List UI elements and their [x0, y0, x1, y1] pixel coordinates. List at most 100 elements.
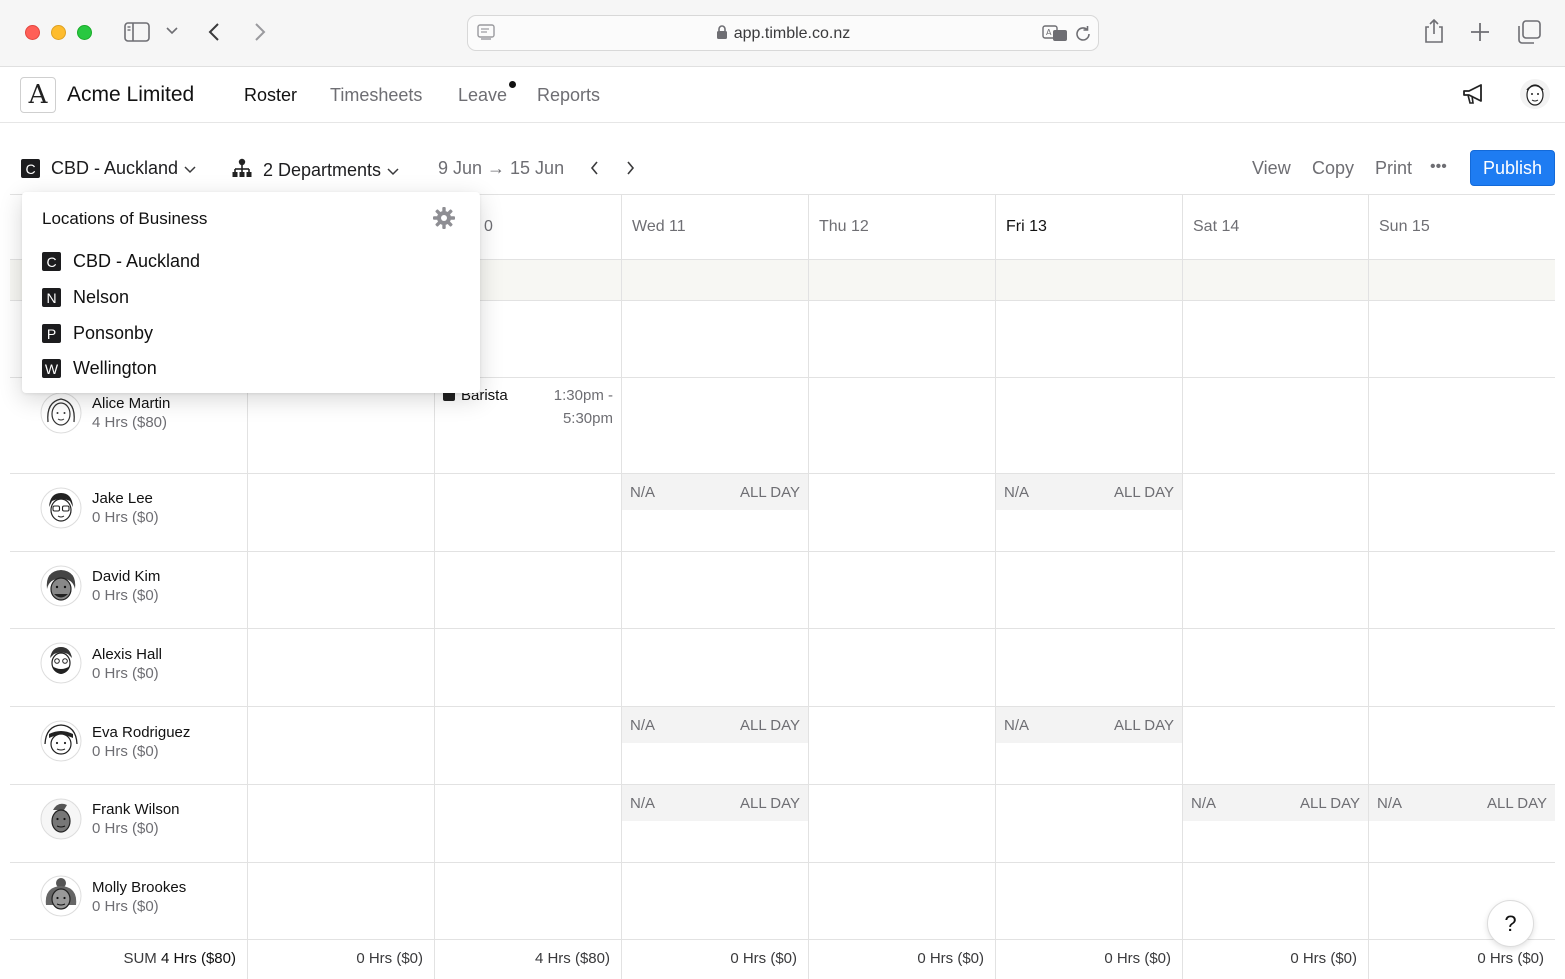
chevron-down-icon: [387, 160, 399, 181]
sum-label: SUM: [123, 950, 157, 967]
date-range[interactable]: 9 Jun → 15 Jun: [438, 158, 564, 179]
departments-selector[interactable]: 2 Departments: [232, 158, 399, 183]
chevron-down-icon: [184, 158, 196, 179]
avatar[interactable]: [40, 392, 82, 434]
app-header: A Acme Limited Roster Timesheets Leave R…: [0, 67, 1565, 123]
day-header-wed[interactable]: Wed 11: [632, 218, 686, 236]
day-header-thu[interactable]: Thu 12: [819, 218, 869, 236]
sum-total-value: 4 Hrs ($80): [160, 950, 236, 967]
chevron-down-icon[interactable]: [166, 27, 178, 35]
unavailable-duration: ALL DAY: [1113, 717, 1174, 734]
address-bar[interactable]: app.timble.co.nz A: [467, 15, 1099, 51]
avatar[interactable]: [40, 720, 82, 762]
day-header-sun[interactable]: Sun 15: [1379, 218, 1430, 236]
unavailable-duration: ALL DAY: [739, 795, 800, 812]
previous-week-button[interactable]: [590, 161, 599, 175]
sum-day: 0 Hrs ($0): [356, 950, 423, 967]
minimize-window-button[interactable]: [51, 25, 66, 40]
unavailable-block[interactable]: N/A ALL DAY: [996, 707, 1182, 743]
next-week-button[interactable]: [626, 161, 635, 175]
copy-button[interactable]: Copy: [1312, 158, 1354, 179]
sidebar-toggle-icon[interactable]: [124, 22, 150, 42]
unavailable-block[interactable]: N/A ALL DAY: [622, 707, 808, 743]
employee-hours: 0 Hrs ($0): [92, 665, 159, 682]
dropdown-title: Locations of Business: [42, 209, 208, 228]
unavailable-block[interactable]: N/A ALL DAY: [996, 474, 1182, 510]
publish-button[interactable]: Publish: [1470, 150, 1555, 186]
company-logo[interactable]: A: [20, 77, 56, 113]
user-avatar[interactable]: [1519, 78, 1551, 110]
sum-day: 0 Hrs ($0): [730, 950, 797, 967]
location-option[interactable]: C CBD - Auckland: [42, 251, 200, 272]
location-option-label: Wellington: [73, 358, 157, 378]
sum-total: SUM 4 Hrs ($80): [10, 950, 236, 967]
unavailable-block[interactable]: N/A ALL DAY: [622, 474, 808, 510]
svg-text:A: A: [1046, 28, 1052, 37]
employee-name[interactable]: Alexis Hall: [92, 646, 162, 663]
org-chart-icon: [232, 158, 252, 183]
shift-time: 1:30pm - 5:30pm: [530, 384, 613, 430]
location-label: CBD - Auckland: [51, 158, 179, 178]
roster-toolbar: C CBD - Auckland 2 Departments 9 Jun → 1…: [0, 124, 1565, 194]
day-header-tue[interactable]: 0: [484, 218, 493, 236]
avatar[interactable]: [40, 565, 82, 607]
day-header-fri[interactable]: Fri 13: [1006, 218, 1047, 236]
employee-hours: 4 Hrs ($80): [92, 414, 168, 431]
avatar[interactable]: [40, 487, 82, 529]
employee-name[interactable]: David Kim: [92, 568, 160, 585]
unavailable-label: N/A: [1004, 717, 1030, 734]
view-button[interactable]: View: [1252, 158, 1291, 179]
megaphone-icon[interactable]: [1462, 83, 1486, 105]
zoom-window-button[interactable]: [77, 25, 92, 40]
sum-day: 0 Hrs ($0): [1477, 950, 1544, 967]
employee-name[interactable]: Alice Martin: [92, 395, 170, 412]
avatar[interactable]: [40, 875, 82, 917]
nav-roster[interactable]: Roster: [244, 85, 297, 106]
nav-timesheets[interactable]: Timesheets: [330, 85, 422, 106]
location-badge: W: [42, 359, 61, 378]
employee-name[interactable]: Jake Lee: [92, 490, 153, 507]
unavailable-block[interactable]: N/A ALL DAY: [622, 785, 808, 821]
new-tab-icon[interactable]: [1470, 22, 1490, 42]
more-options-button[interactable]: •••: [1430, 158, 1447, 176]
employee-hours: 0 Hrs ($0): [92, 509, 159, 526]
shift-start: 1:30pm -: [553, 387, 613, 404]
close-window-button[interactable]: [25, 25, 40, 40]
location-badge: C: [42, 252, 61, 271]
employee-name[interactable]: Eva Rodriguez: [92, 724, 190, 741]
gear-icon[interactable]: [432, 206, 456, 230]
nav-reports[interactable]: Reports: [537, 85, 600, 106]
share-icon[interactable]: [1423, 18, 1445, 44]
help-button[interactable]: ?: [1487, 900, 1534, 947]
location-selector[interactable]: C CBD - Auckland: [21, 158, 196, 179]
sum-day: 0 Hrs ($0): [917, 950, 984, 967]
employee-hours: 0 Hrs ($0): [92, 743, 159, 760]
unavailable-block[interactable]: N/A ALL DAY: [1183, 785, 1368, 821]
location-option[interactable]: W Wellington: [42, 358, 157, 379]
location-badge: N: [42, 288, 61, 307]
unavailable-label: N/A: [1004, 484, 1030, 501]
avatar[interactable]: [40, 642, 82, 684]
unavailable-block[interactable]: N/A ALL DAY: [1369, 785, 1555, 821]
location-option-label: Nelson: [73, 287, 130, 307]
back-icon[interactable]: [208, 22, 220, 42]
translate-icon[interactable]: A: [1042, 24, 1068, 42]
employee-name[interactable]: Frank Wilson: [92, 801, 180, 818]
forward-icon[interactable]: [254, 22, 266, 42]
location-option[interactable]: P Ponsonby: [42, 323, 153, 344]
location-option-label: CBD - Auckland: [73, 251, 201, 271]
location-option[interactable]: N Nelson: [42, 287, 129, 308]
company-name[interactable]: Acme Limited: [67, 83, 194, 107]
avatar[interactable]: [40, 798, 82, 840]
shift-end: 5:30pm: [562, 410, 613, 427]
reload-icon[interactable]: [1074, 25, 1092, 43]
unavailable-label: N/A: [630, 484, 656, 501]
tab-overview-icon[interactable]: [1517, 20, 1541, 44]
employee-hours: 0 Hrs ($0): [92, 587, 159, 604]
browser-toolbar: app.timble.co.nz A: [0, 0, 1565, 67]
sum-day: 0 Hrs ($0): [1104, 950, 1171, 967]
nav-leave[interactable]: Leave: [458, 85, 507, 106]
print-button[interactable]: Print: [1375, 158, 1412, 179]
employee-name[interactable]: Molly Brookes: [92, 879, 186, 896]
day-header-sat[interactable]: Sat 14: [1193, 218, 1239, 236]
